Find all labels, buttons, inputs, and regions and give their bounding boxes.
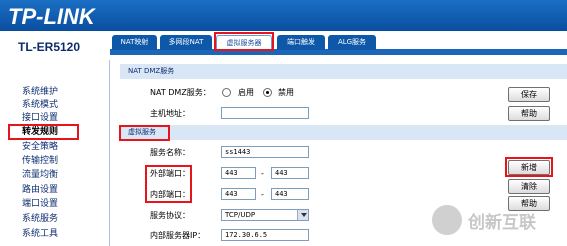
internal-port-dash: - [261, 190, 264, 199]
highlight-ports-box [145, 165, 192, 203]
sidebar-item-security-policy[interactable]: 安全策略 [22, 141, 58, 153]
internal-server-ip-label: 内部服务器IP： [150, 231, 206, 240]
tab-alg-service[interactable]: ALG服务 [328, 35, 376, 50]
external-port-to-input[interactable]: 443 [271, 167, 309, 179]
sidebar-item-traffic-balance[interactable]: 流量均衡 [22, 169, 58, 181]
chevron-down-icon[interactable] [297, 210, 308, 220]
protocol-select-value: TCP/UDP [225, 211, 256, 219]
external-port-from-input[interactable]: 443 [221, 167, 256, 179]
protocol-label: 服务协议： [150, 211, 190, 220]
sidebar-item-system-tools[interactable]: 系统工具 [22, 228, 58, 240]
sidebar-item-system-services[interactable]: 系统服务 [22, 213, 58, 225]
sidebar-item-system-mode[interactable]: 系统模式 [22, 99, 58, 111]
tab-nat-mapping[interactable]: NAT映射 [112, 35, 157, 50]
dmz-section-header: NAT DMZ服务 [120, 64, 567, 79]
dmz-host-label: 主机地址： [150, 109, 190, 118]
highlight-virtual-section-box [119, 125, 170, 141]
model-name: TL-ER5120 [18, 40, 81, 54]
internal-server-ip-input[interactable]: 172.30.6.5 [221, 229, 309, 241]
dmz-host-input[interactable] [221, 107, 309, 119]
dmz-service-label: NAT DMZ服务： [150, 88, 211, 97]
virtual-section-header: 虚拟服务 [120, 125, 567, 140]
dmz-enable-label: 启用 [238, 88, 254, 97]
dmz-disable-label: 禁用 [278, 88, 294, 97]
dmz-help-button[interactable]: 帮助 [508, 106, 550, 121]
sidebar-item-port-settings[interactable]: 端口设置 [22, 198, 58, 210]
internal-port-to-input[interactable]: 443 [271, 188, 309, 200]
highlight-tab-box [214, 32, 274, 51]
internal-port-from-input[interactable]: 443 [221, 188, 256, 200]
protocol-select[interactable]: TCP/UDP [221, 209, 309, 221]
dmz-enable-radio[interactable] [222, 88, 231, 97]
sidebar-item-transmission-control[interactable]: 传输控制 [22, 155, 58, 167]
service-name-input[interactable]: ss1443 [221, 146, 309, 158]
save-button[interactable]: 保存 [508, 87, 550, 102]
watermark-logo-icon [432, 205, 462, 235]
highlight-add-button-box [505, 157, 553, 177]
service-name-label: 服务名称： [150, 148, 190, 157]
sidebar-item-routing-settings[interactable]: 路由设置 [22, 184, 58, 196]
tab-multi-segment-nat[interactable]: 多网段NAT [160, 35, 212, 50]
top-banner: TP-LINK [0, 0, 567, 31]
watermark-text: 创新互联 [468, 213, 536, 233]
sidebar-item-system-maintenance[interactable]: 系统维护 [22, 86, 58, 98]
radio-selected-dot [266, 91, 269, 94]
brand-logo: TP-LINK [8, 4, 95, 29]
dmz-disable-radio[interactable] [263, 88, 272, 97]
tab-port-trigger[interactable]: 端口触发 [277, 35, 325, 50]
highlight-sidebar-box [8, 124, 79, 140]
sidebar-item-interface-settings[interactable]: 接口设置 [22, 112, 58, 124]
clear-button[interactable]: 清除 [508, 179, 550, 194]
external-port-dash: - [261, 169, 264, 178]
